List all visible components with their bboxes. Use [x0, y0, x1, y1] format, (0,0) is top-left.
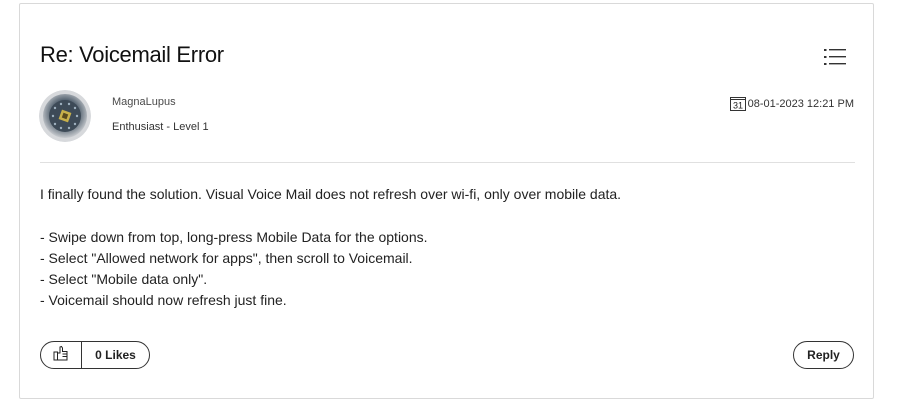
- message-body: I finally found the solution. Visual Voi…: [40, 184, 850, 311]
- kudos-widget: 0 Likes: [40, 341, 150, 369]
- post-date-text: 08-01-2023 12:21 PM: [747, 97, 854, 110]
- author-name-link[interactable]: MagnaLupus: [112, 96, 176, 108]
- body-step: - Swipe down from top, long-press Mobile…: [40, 229, 428, 245]
- body-intro: I finally found the solution. Visual Voi…: [40, 186, 622, 202]
- author-rank: Enthusiast - Level 1: [112, 121, 209, 133]
- post-date: 31 08-01-2023 12:21 PM: [729, 96, 854, 111]
- message-card: Re: Voicemail Error MagnaLupus Enthusias…: [19, 3, 874, 399]
- body-step: - Select "Mobile data only".: [40, 271, 208, 287]
- thumbs-up-icon: [53, 345, 69, 366]
- message-title: Re: Voicemail Error: [40, 42, 224, 67]
- reply-button[interactable]: Reply: [793, 341, 854, 369]
- body-step: - Voicemail should now refresh just fine…: [40, 292, 287, 308]
- calendar-day: 31: [733, 101, 743, 111]
- author-avatar[interactable]: [39, 90, 91, 142]
- body-step: - Select "Allowed network for apps", the…: [40, 250, 413, 266]
- message-options-menu-icon[interactable]: [824, 47, 846, 67]
- header-divider: [40, 162, 855, 163]
- calendar-icon: 31: [729, 96, 746, 111]
- likes-count[interactable]: 0 Likes: [82, 348, 149, 362]
- like-button[interactable]: [41, 342, 82, 368]
